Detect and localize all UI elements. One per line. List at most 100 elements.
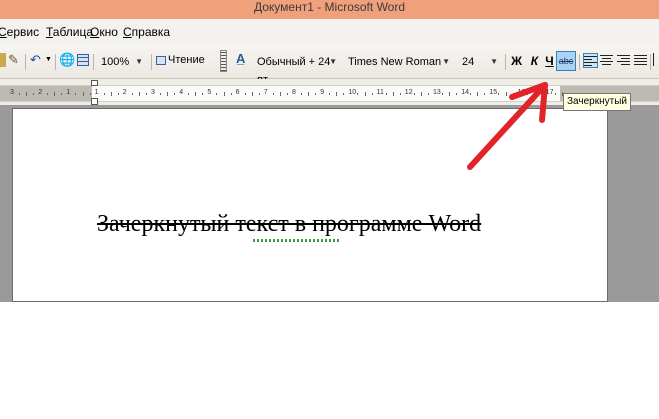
menu-item-help[interactable]: Справка — [123, 24, 170, 40]
ruler-number: 2 — [122, 89, 127, 96]
font-size-combo[interactable]: 24 ▼ — [458, 52, 502, 70]
document-page[interactable]: Зачеркнутый текст в программе Word — [12, 108, 608, 302]
ruler-tick — [512, 93, 514, 95]
ruler-tick — [75, 93, 77, 95]
ruler-tick — [47, 93, 49, 95]
ruler-tick — [145, 93, 147, 95]
ruler-tick — [399, 93, 401, 95]
chevron-down-icon: ▼ — [490, 57, 498, 66]
format-painter-icon[interactable]: ✎ — [8, 52, 19, 68]
ruler-scale: 3 2 1 1 2 3 4 5 6 7 8 9 10 11 12 13 14 15 16 17 — [0, 85, 659, 102]
table-icon[interactable] — [77, 54, 89, 66]
ruler-tick — [223, 92, 225, 96]
spelling-squiggle — [253, 239, 341, 242]
zoom-combo[interactable]: 100% ▼ — [97, 52, 147, 70]
ruler-number: 9 — [320, 89, 325, 96]
left-indent-marker[interactable] — [91, 98, 98, 105]
ruler-tick — [138, 92, 140, 96]
ruler-tick — [315, 93, 317, 95]
ruler-tick — [89, 93, 91, 95]
ruler-number: 5 — [207, 89, 212, 96]
ruler-tick — [336, 92, 338, 96]
ruler-tick — [54, 92, 56, 96]
reading-mode-button[interactable]: Чтение — [156, 54, 205, 66]
ruler-tick — [188, 93, 190, 95]
ruler-tick — [301, 93, 303, 95]
justify-icon[interactable] — [634, 53, 647, 66]
font-combo[interactable]: Times New Roman ▼ — [344, 52, 454, 70]
horizontal-ruler[interactable]: 3 2 1 1 2 3 4 5 6 7 8 9 10 11 12 13 14 15 16 17 — [0, 79, 659, 105]
ruler-tick — [357, 93, 359, 95]
ruler-number: 6 — [235, 89, 240, 96]
reading-mode-label: Чтение — [168, 54, 205, 66]
ruler-number: 7 — [263, 89, 268, 96]
chevron-down-icon: ▼ — [442, 57, 450, 66]
ruler-tick — [526, 93, 528, 95]
ruler-tick — [456, 93, 458, 95]
ruler-number: 10 — [348, 89, 357, 96]
zoom-value: 100% — [101, 56, 130, 68]
ruler-number: 16 — [517, 89, 526, 96]
ruler-tick — [392, 92, 394, 96]
menu-item-table[interactable]: Таблица — [46, 24, 93, 40]
document-text[interactable]: Зачеркнутый текст в программе Word — [97, 211, 481, 238]
toolbar-grip-icon[interactable] — [220, 50, 227, 72]
styles-pane-icon[interactable]: A̲ — [236, 51, 245, 66]
style-combo[interactable]: Обычный + 24 пт, ▼ — [253, 52, 341, 86]
window-title: Документ1 - Microsoft Word — [253, 0, 406, 14]
ruler-number: 3 — [10, 89, 14, 96]
undo-icon[interactable]: ↶ — [30, 52, 41, 68]
ruler-number: 2 — [38, 89, 43, 96]
ruler-tick — [160, 93, 162, 95]
hyperlink-icon[interactable]: 🌐 — [59, 52, 75, 68]
ruler-tick — [540, 93, 542, 95]
ruler-tick — [117, 93, 119, 95]
ruler-tick — [33, 93, 35, 95]
menu-item-window[interactable]: Окно — [90, 24, 118, 40]
ruler-tick — [19, 93, 21, 95]
ruler-tick — [449, 92, 451, 96]
ruler-tick — [251, 92, 253, 96]
ruler-tick — [533, 92, 535, 96]
ruler-number: 13 — [433, 89, 441, 96]
document-area: Зачеркнутый текст в программе Word — [0, 105, 659, 302]
line-spacing-icon[interactable] — [653, 53, 659, 66]
ruler-number: 3 — [151, 89, 155, 96]
ruler-tick — [470, 93, 472, 95]
ruler-tick — [364, 92, 366, 96]
ruler-tick — [329, 93, 331, 95]
ruler-tick — [413, 93, 415, 95]
font-size-value: 24 — [462, 56, 475, 68]
paste-icon[interactable] — [0, 53, 6, 67]
ruler-tick — [420, 92, 422, 96]
strikethrough-button[interactable]: abc — [556, 51, 576, 71]
ruler-tick — [174, 93, 176, 95]
ruler-tick — [195, 92, 197, 96]
ruler-number: 8 — [292, 89, 296, 96]
first-line-indent-marker[interactable] — [91, 80, 98, 86]
align-center-icon[interactable] — [600, 53, 613, 66]
ruler-tick — [230, 93, 232, 95]
align-left-icon[interactable] — [583, 53, 598, 68]
ruler-tick — [272, 93, 274, 95]
align-right-icon[interactable] — [617, 53, 630, 66]
ruler-number: 15 — [489, 89, 498, 96]
ruler-tick — [103, 93, 105, 95]
ruler-number: 11 — [376, 89, 384, 96]
ruler-number: 17 — [545, 89, 554, 96]
ruler-tick — [505, 92, 507, 96]
ruler-number: 12 — [404, 89, 413, 96]
ruler-tick — [385, 93, 387, 95]
ruler-tick — [498, 93, 500, 95]
menu-item-tools[interactable]: Сервис — [0, 24, 39, 40]
ruler-tick — [279, 92, 281, 96]
ruler-tick — [131, 93, 133, 95]
ruler-tick — [484, 93, 486, 95]
ruler-tick — [258, 93, 260, 95]
book-icon — [156, 55, 166, 65]
blank-area — [0, 302, 659, 419]
chevron-down-icon: ▼ — [135, 57, 143, 66]
bold-button[interactable]: Ж — [508, 52, 525, 70]
undo-dropdown-icon[interactable]: ▼ — [45, 56, 52, 63]
strikethrough-tooltip: Зачеркнутый — [563, 93, 631, 111]
